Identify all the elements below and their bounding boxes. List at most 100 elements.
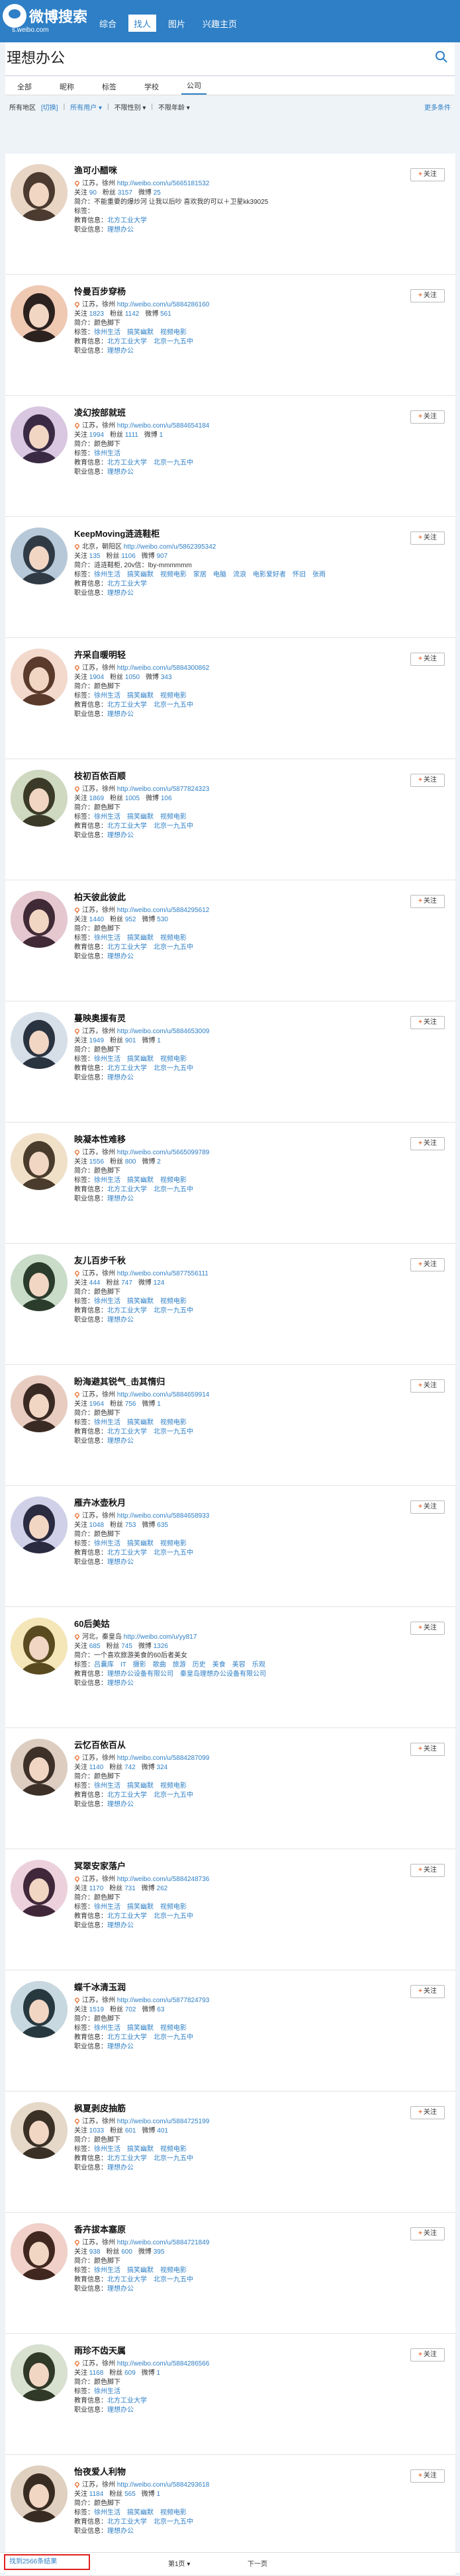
- weibo-count[interactable]: 1: [157, 1037, 161, 1044]
- user-name-link[interactable]: 怡夜爱人利物: [74, 2465, 126, 2477]
- weibo-count[interactable]: 1: [157, 1401, 161, 1408]
- avatar[interactable]: [11, 1739, 68, 1796]
- tab-company[interactable]: 公司: [181, 77, 207, 95]
- avatar[interactable]: [11, 164, 68, 221]
- user-job[interactable]: 理想办公: [107, 1801, 134, 1808]
- nav-item-all[interactable]: 综合: [94, 15, 122, 32]
- search-input[interactable]: 理想办公: [7, 46, 65, 68]
- user-name-link[interactable]: 冥翠安家落户: [74, 1859, 126, 1872]
- weibo-count[interactable]: 401: [157, 2127, 168, 2135]
- weibo-count[interactable]: 395: [154, 2248, 165, 2256]
- user-name-link[interactable]: 蔓映奥援有灵: [74, 1011, 126, 1024]
- follow-button[interactable]: + 关注: [410, 1985, 445, 1998]
- fans-count[interactable]: 600: [121, 2248, 132, 2256]
- follow-button[interactable]: + 关注: [410, 531, 445, 545]
- page-select-dropdown[interactable]: 第1页 ▾: [168, 2558, 190, 2568]
- weibo-count[interactable]: 63: [157, 2006, 164, 2013]
- avatar[interactable]: [11, 1254, 68, 1311]
- avatar[interactable]: [11, 2465, 68, 2522]
- fans-count[interactable]: 756: [125, 1401, 136, 1408]
- weibo-count[interactable]: 1: [157, 2369, 161, 2377]
- user-name-link[interactable]: 枫夏剥皮抽筋: [74, 2101, 126, 2114]
- user-name-link[interactable]: 枝初百依百顺: [74, 769, 126, 782]
- follow-button[interactable]: + 关注: [410, 2106, 445, 2119]
- avatar[interactable]: [11, 1860, 68, 1917]
- user-name-link[interactable]: KeepMoving涟涟鞋柜: [74, 527, 160, 539]
- weibo-count[interactable]: 324: [157, 1764, 168, 1771]
- fans-count[interactable]: 565: [124, 2491, 136, 2498]
- user-job[interactable]: 理想办公: [107, 1922, 134, 1929]
- weibo-count[interactable]: 1: [157, 2491, 161, 2498]
- avatar[interactable]: [11, 770, 68, 827]
- fans-count[interactable]: 601: [125, 2127, 136, 2135]
- weibo-count[interactable]: 343: [161, 674, 172, 681]
- user-name-link[interactable]: 怜曼百步穿杨: [74, 285, 126, 297]
- user-name-link[interactable]: 盼海避其锐气_击其惰归: [74, 1375, 165, 1387]
- user-job[interactable]: 理想办公: [107, 590, 134, 597]
- user-name-link[interactable]: 雨珍不齿天属: [74, 2344, 126, 2356]
- avatar[interactable]: [11, 1496, 68, 1553]
- user-name-link[interactable]: 云忆百依百从: [74, 1738, 126, 1751]
- fans-count[interactable]: 747: [121, 1279, 132, 1287]
- fans-count[interactable]: 901: [125, 1037, 136, 1044]
- fans-count[interactable]: 1050: [125, 674, 140, 681]
- weibo-count[interactable]: 106: [161, 795, 172, 802]
- avatar[interactable]: [11, 649, 68, 706]
- follow-button[interactable]: + 关注: [410, 1500, 445, 1514]
- avatar[interactable]: [11, 1981, 68, 2038]
- weibo-count[interactable]: 1: [160, 432, 163, 439]
- user-name-link[interactable]: 卉采自暖明轻: [74, 648, 126, 661]
- user-job[interactable]: 理想办公: [107, 1316, 134, 1324]
- follow-button[interactable]: + 关注: [410, 1379, 445, 1393]
- user-job[interactable]: 理想办公: [107, 2407, 134, 2414]
- weibo-count[interactable]: 561: [160, 310, 171, 318]
- avatar[interactable]: [11, 2102, 68, 2159]
- tab-nickname[interactable]: 昵称: [54, 79, 79, 95]
- avatar[interactable]: [11, 2344, 68, 2401]
- user-job[interactable]: 理想办公: [107, 832, 134, 839]
- user-job[interactable]: 理想办公: [107, 711, 134, 718]
- user-job[interactable]: 理想办公: [107, 2528, 134, 2535]
- follow-button[interactable]: + 关注: [410, 895, 445, 908]
- user-job[interactable]: 理想办公: [107, 226, 134, 234]
- user-job[interactable]: 理想办公: [107, 1074, 134, 1081]
- user-name-link[interactable]: 雁卉冰壶秋月: [74, 1496, 126, 1508]
- fans-count[interactable]: 1111: [125, 432, 138, 439]
- weibo-count[interactable]: 2: [157, 1158, 161, 1166]
- follow-button[interactable]: + 关注: [410, 1258, 445, 1271]
- avatar[interactable]: [11, 2223, 68, 2280]
- user-job[interactable]: 理想办公: [107, 2043, 134, 2050]
- fans-count[interactable]: 800: [125, 1158, 136, 1166]
- more-conditions-link[interactable]: 更多条件: [424, 102, 451, 112]
- avatar[interactable]: [11, 1133, 68, 1190]
- follow-button[interactable]: + 关注: [410, 2348, 445, 2362]
- weibo-search-logo[interactable]: 微博搜索 s.weibo.com: [3, 4, 95, 37]
- fans-count[interactable]: 952: [125, 916, 136, 923]
- follow-button[interactable]: + 关注: [410, 1016, 445, 1029]
- weibo-count[interactable]: 635: [157, 1522, 168, 1529]
- avatar[interactable]: [11, 1618, 68, 1675]
- follow-button[interactable]: + 关注: [410, 653, 445, 666]
- nav-item-images[interactable]: 图片: [163, 15, 191, 32]
- tab-school[interactable]: 学校: [139, 79, 164, 95]
- user-job[interactable]: 理想办公: [107, 953, 134, 960]
- follow-button[interactable]: + 关注: [410, 1622, 445, 1635]
- weibo-count[interactable]: 262: [157, 1885, 168, 1892]
- fans-count[interactable]: 1142: [125, 310, 140, 318]
- avatar[interactable]: [11, 891, 68, 948]
- follow-button[interactable]: + 关注: [410, 774, 445, 787]
- user-job[interactable]: 理想办公: [107, 1195, 134, 1203]
- nav-item-people[interactable]: 找人: [128, 15, 157, 32]
- follow-button[interactable]: + 关注: [410, 410, 445, 424]
- region-switch-link[interactable]: [切换]: [41, 102, 58, 112]
- follow-button[interactable]: + 关注: [410, 2469, 445, 2483]
- user-name-link[interactable]: 映凝本性难移: [74, 1132, 126, 1145]
- nav-item-interest[interactable]: 兴趣主页: [197, 15, 242, 32]
- fans-count[interactable]: 731: [124, 1885, 136, 1892]
- user-name-link[interactable]: 60后美姑: [74, 1617, 109, 1630]
- next-page-link[interactable]: 下一页: [248, 2558, 267, 2568]
- user-job[interactable]: 理想办公: [107, 1680, 134, 1687]
- search-bar[interactable]: 理想办公: [5, 42, 455, 76]
- avatar[interactable]: [11, 1012, 68, 1069]
- weibo-count[interactable]: 530: [157, 916, 168, 923]
